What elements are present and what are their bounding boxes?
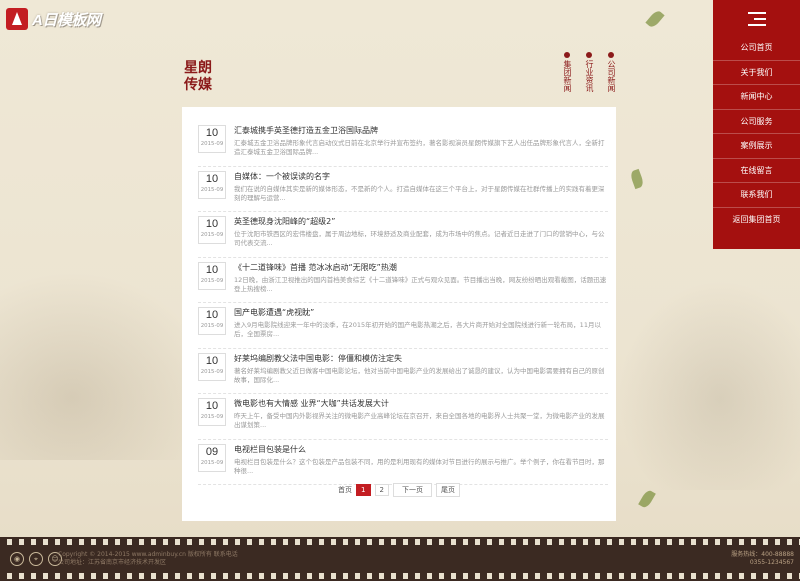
hotline-label: 服务热线：400-88888 — [731, 551, 794, 558]
subnav-label: 公司新闻 — [607, 60, 616, 92]
news-title-link[interactable]: 英圣德现身沈阳峰的“超级2” — [234, 216, 608, 228]
menu-item-about[interactable]: 关于我们 — [713, 61, 800, 85]
film-strip-decoration — [0, 539, 800, 545]
hamburger-menu-icon[interactable] — [747, 12, 766, 28]
subnav-label: 行业资讯 — [585, 60, 594, 92]
hotline-number: 0355-1234567 — [749, 559, 794, 566]
date-day: 10 — [205, 354, 219, 367]
logo-text: A日模板网 — [32, 11, 101, 29]
date-badge: 10 2015-09 — [198, 307, 226, 335]
subnav-item-company-news[interactable]: 公司新闻 — [606, 52, 616, 92]
news-item[interactable]: 10 2015-09 英圣德现身沈阳峰的“超级2” 位于沈阳市铁西区的宏伟楼盘，… — [198, 212, 608, 258]
date-badge: 10 2015-09 — [198, 170, 226, 199]
date-badge: 09 2015-09 — [198, 443, 226, 472]
menu-item-group-home[interactable]: 返回集团首页 — [713, 208, 800, 232]
leaf-decoration — [629, 168, 645, 190]
date-year-month: 2015-09 — [200, 413, 224, 420]
copyright-text: Copyright © 2014-2015 www.adminbuy.cn 版权… — [58, 551, 238, 558]
date-year-month: 2015-09 — [200, 458, 224, 466]
copyright-info: Copyright © 2014-2015 www.adminbuy.cn 版权… — [58, 551, 238, 567]
section-title-line: 传媒 — [184, 77, 212, 93]
date-year-month: 2015-09 — [200, 185, 224, 193]
news-item[interactable]: 09 2015-09 电视栏目包装是什么 电视栏目包装是什么？这个包装是产品包装… — [198, 440, 608, 485]
pager-page-2[interactable]: 2 — [374, 484, 389, 496]
footer-social-icons: ◉ ⌖ ☺ — [10, 552, 62, 566]
date-year-month: 2015-09 — [200, 276, 224, 284]
location-icon[interactable]: ⌖ — [29, 552, 43, 566]
menu-item-news[interactable]: 新闻中心 — [713, 85, 800, 110]
date-badge: 10 2015-09 — [198, 216, 226, 244]
news-title-link[interactable]: 好莱坞编剧教父法中国电影：停僵和模仿注定失 — [234, 353, 608, 365]
menu-item-contact[interactable]: 联系我们 — [713, 183, 800, 208]
date-day: 10 — [205, 263, 219, 276]
date-day: 10 — [205, 309, 219, 321]
news-title-link[interactable]: 电视栏目包装是什么 — [234, 444, 608, 456]
pager-next-button[interactable]: 下一页 — [392, 483, 432, 497]
news-item[interactable]: 10 2015-09 好莱坞编剧教父法中国电影：停僵和模仿注定失 著名好莱坞编剧… — [198, 349, 608, 394]
news-item[interactable]: 10 2015-09 《十二道锋味》首播 范冰冰启动“无限吃”热潮 12日晚，由… — [198, 258, 608, 303]
pager-page-1[interactable]: 1 — [356, 484, 371, 496]
date-badge: 10 2015-09 — [198, 398, 226, 426]
menu-item-services[interactable]: 公司服务 — [713, 110, 800, 134]
footer: ◉ ⌖ ☺ Copyright © 2014-2015 www.adminbuy… — [0, 537, 800, 581]
news-list: 10 2015-09 汇泰城携手英圣德打造五金卫浴国际品牌 汇泰城五金卫浴品牌形… — [198, 121, 608, 485]
weibo-icon[interactable]: ◉ — [10, 552, 24, 566]
date-badge: 10 2015-09 — [198, 352, 226, 381]
news-category-nav: 集团新闻 行业资讯 公司新闻 — [562, 52, 616, 92]
leaf-decoration — [638, 488, 656, 510]
news-summary: 著名好莱坞编剧教父近日做客中国电影论坛，他对当前中国电影产业的发展给出了诚恳的建… — [234, 366, 605, 384]
bullet-dot-icon — [586, 52, 592, 58]
bullet-dot-icon — [608, 52, 614, 58]
date-day: 09 — [205, 445, 219, 458]
date-day: 10 — [205, 400, 219, 412]
logo-mark-icon — [6, 8, 28, 30]
news-item[interactable]: 10 2015-09 微电影也有大情感 业界“大咖”共话发展大计 昨天上午，备受… — [198, 394, 608, 440]
news-summary: 昨天上午，备受中国内外影视界关注的微电影产业高峰论坛在京召开，来自全国各地的电影… — [234, 412, 605, 429]
background-architecture-painting — [600, 260, 800, 490]
pager-first-link[interactable]: 首页 — [338, 485, 352, 495]
film-strip-decoration — [0, 573, 800, 579]
news-item[interactable]: 10 2015-09 自媒体：一个被误读的名字 我们在说的自媒体其实是新的媒体形… — [198, 167, 608, 212]
date-day: 10 — [205, 218, 219, 230]
news-title-link[interactable]: 《十二道锋味》首播 范冰冰启动“无限吃”热潮 — [234, 262, 608, 274]
news-summary: 位于沈阳市铁西区的宏伟楼盘，属于周边地标，环境舒适及商业配套，成为市场中的焦点。… — [234, 230, 605, 247]
news-item[interactable]: 10 2015-09 汇泰城携手英圣德打造五金卫浴国际品牌 汇泰城五金卫浴品牌形… — [198, 121, 608, 167]
pager-last-button[interactable]: 尾页 — [435, 483, 460, 497]
news-summary: 我们在说的自媒体其实是新的媒体形态，不是新的个人。打造自媒体在这三个平台上，对于… — [234, 184, 605, 202]
news-title-link[interactable]: 国产电影遭遇“虎视眈” — [234, 307, 608, 319]
date-badge: 10 2015-09 — [198, 125, 226, 153]
section-title: 星朗 传媒 — [184, 60, 212, 94]
address-text: 公司地址：江苏省南京市经济技术开发区 — [58, 559, 167, 566]
date-year-month: 2015-09 — [200, 140, 224, 147]
side-menu: 公司首页 关于我们 新闻中心 公司服务 案例展示 在线留言 联系我们 返回集团首… — [713, 0, 800, 249]
news-title-link[interactable]: 汇泰城携手英圣德打造五金卫浴国际品牌 — [234, 125, 608, 137]
subnav-item-group-news[interactable]: 集团新闻 — [562, 52, 572, 92]
news-item[interactable]: 10 2015-09 国产电影遭遇“虎视眈” 进入9月电影院线迎来一年中的淡季，… — [198, 303, 608, 349]
leaf-decoration — [645, 8, 665, 30]
site-logo[interactable]: A日模板网 — [6, 8, 101, 30]
subnav-label: 集团新闻 — [563, 60, 572, 92]
bullet-dot-icon — [564, 52, 570, 58]
date-year-month: 2015-09 — [200, 367, 224, 375]
date-day: 10 — [205, 127, 219, 139]
menu-item-cases[interactable]: 案例展示 — [713, 134, 800, 159]
side-menu-list: 公司首页 关于我们 新闻中心 公司服务 案例展示 在线留言 联系我们 返回集团首… — [713, 36, 800, 231]
menu-item-home[interactable]: 公司首页 — [713, 36, 800, 61]
news-summary: 进入9月电影院线迎来一年中的淡季，在2015年初开始的国产电影热潮之后，各大片商… — [234, 321, 601, 338]
date-badge: 10 2015-09 — [198, 261, 226, 290]
news-title-link[interactable]: 自媒体：一个被误读的名字 — [234, 171, 608, 183]
menu-item-message[interactable]: 在线留言 — [713, 159, 800, 183]
hotline-info: 服务热线：400-88888 0355-1234567 — [731, 551, 794, 567]
news-summary: 12日晚，由浙江卫视推出的国内首档美食综艺《十二道锋味》正式与观众见面。节目播出… — [234, 275, 607, 293]
news-list-panel: 10 2015-09 汇泰城携手英圣德打造五金卫浴国际品牌 汇泰城五金卫浴品牌形… — [182, 107, 616, 521]
news-summary: 汇泰城五金卫浴品牌形象代言启动仪式日前在北京举行并宣布签约，著名影视演员星朗传媒… — [234, 139, 605, 156]
subnav-item-industry-news[interactable]: 行业资讯 — [584, 52, 594, 92]
date-year-month: 2015-09 — [200, 322, 224, 329]
pagination: 首页 1 2 下一页 尾页 — [182, 483, 616, 497]
date-year-month: 2015-09 — [200, 231, 224, 238]
news-title-link[interactable]: 微电影也有大情感 业界“大咖”共话发展大计 — [234, 398, 608, 410]
news-summary: 电视栏目包装是什么？这个包装是产品包装不同，用的是利用现有的媒体对节目进行的展示… — [234, 457, 605, 475]
section-title-line: 星朗 — [184, 60, 212, 76]
date-day: 10 — [205, 172, 219, 185]
